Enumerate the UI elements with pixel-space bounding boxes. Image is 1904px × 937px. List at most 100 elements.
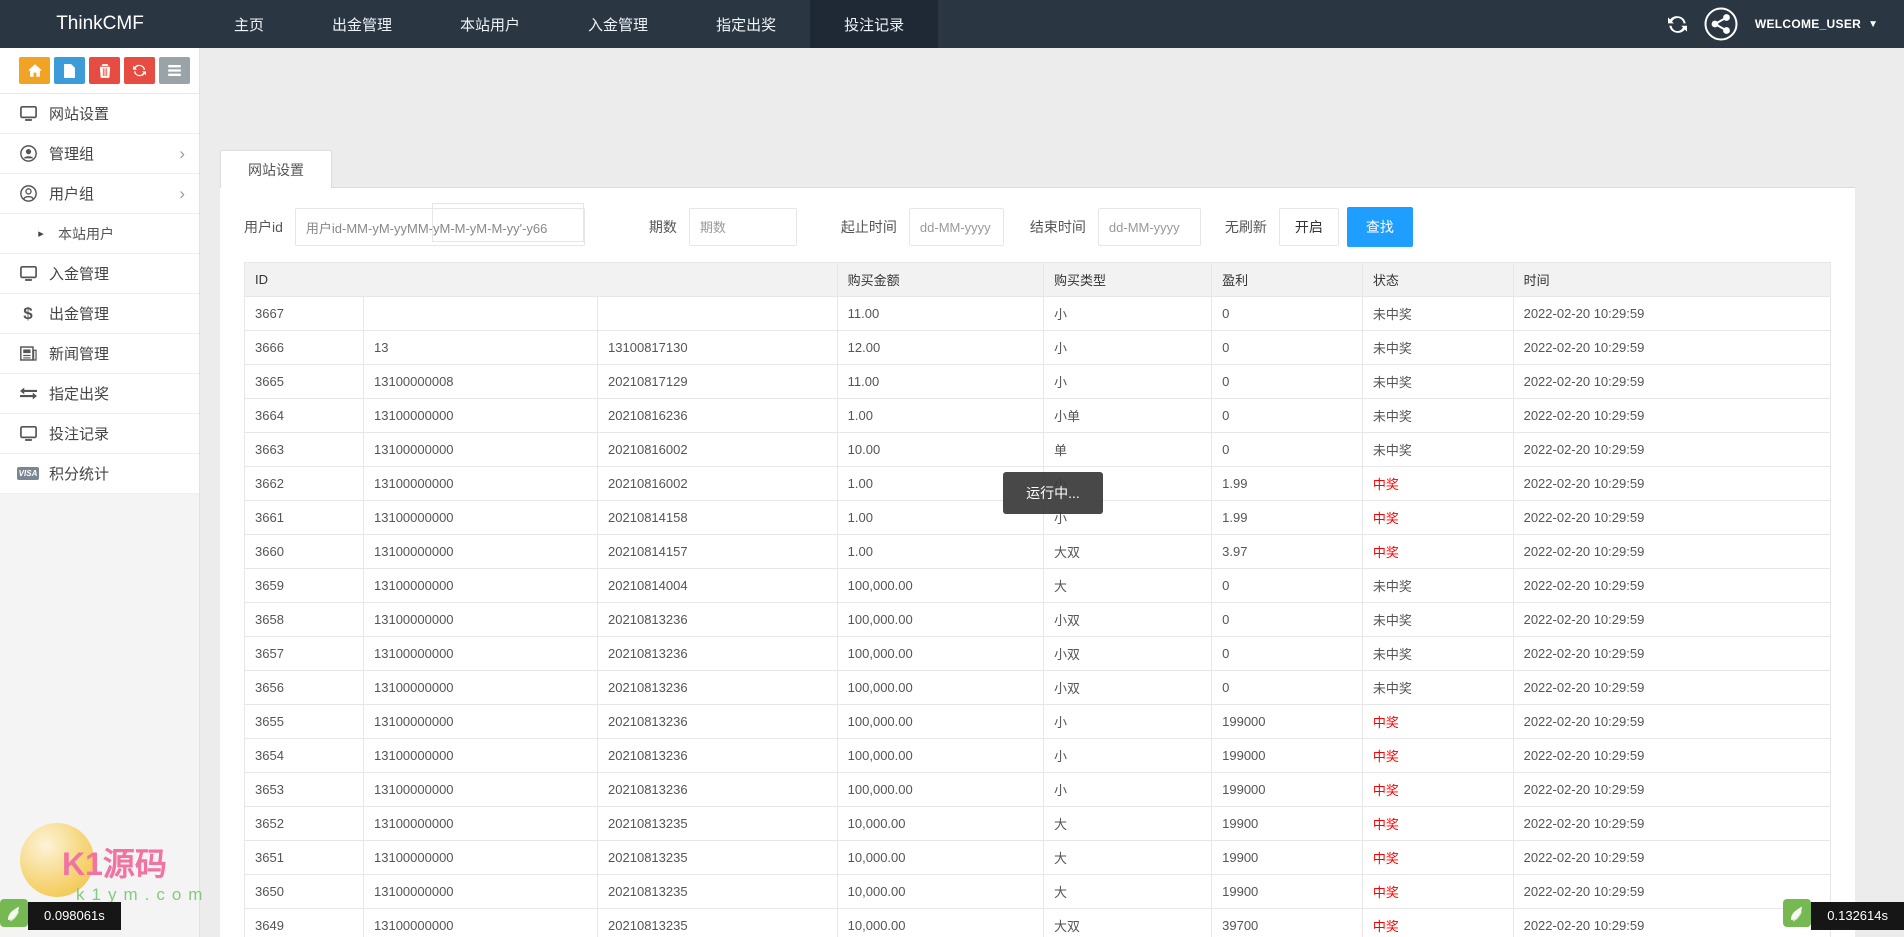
row-period: 20210813235	[598, 875, 838, 909]
end-date-input[interactable]	[1098, 208, 1201, 246]
news-icon	[18, 346, 38, 361]
table-row: 36581310000000020210813236100,000.00小双0未…	[245, 603, 1831, 637]
sidebar-toolbar	[0, 48, 199, 94]
sidebar-item-label: 本站用户	[58, 224, 114, 244]
row-time: 2022-02-20 10:29:59	[1513, 501, 1830, 535]
row-user-id: 13	[364, 331, 598, 365]
search-form: 用户id 期数 起止时间 结束时间 无刷新 开启	[244, 204, 1831, 250]
row-time: 2022-02-20 10:29:59	[1513, 705, 1830, 739]
home-button[interactable]	[19, 57, 50, 84]
row-profit: 19900	[1212, 875, 1363, 909]
nav-item[interactable]: 本站用户	[426, 0, 554, 48]
row-time: 2022-02-20 10:29:59	[1513, 603, 1830, 637]
sidebar-item[interactable]: 管理组 ›	[0, 134, 199, 174]
top-navbar: ThinkCMF 主页出金管理本站用户入金管理指定出奖投注记录 WELCOME_…	[0, 0, 1904, 48]
sidebar-item[interactable]: 网站设置	[0, 94, 199, 134]
row-status: 中奖	[1362, 467, 1513, 501]
row-time: 2022-02-20 10:29:59	[1513, 671, 1830, 705]
nav-item[interactable]: 投注记录	[810, 0, 938, 48]
row-time: 2022-02-20 10:29:59	[1513, 365, 1830, 399]
brand-logo[interactable]: ThinkCMF	[0, 0, 200, 48]
trash-button[interactable]	[89, 57, 120, 84]
row-amount: 10.00	[837, 433, 1043, 467]
row-user-id: 13100000000	[364, 569, 598, 603]
nav-item[interactable]: 主页	[200, 0, 298, 48]
row-status: 未中奖	[1362, 297, 1513, 331]
sidebar-item[interactable]: $出金管理	[0, 294, 199, 334]
refresh-icon[interactable]	[1668, 15, 1687, 34]
row-type: 大	[1043, 569, 1211, 603]
row-user-id: 13100000000	[364, 637, 598, 671]
row-type: 大	[1043, 841, 1211, 875]
exec-time-right-value: 0.132614s	[1811, 902, 1904, 930]
user-filled-icon	[18, 145, 38, 162]
navbar-right: WELCOME_USER ▼	[1668, 0, 1904, 48]
sidebar-item-label: 新闻管理	[49, 343, 109, 364]
row-user-id: 13100000000	[364, 705, 598, 739]
sidebar-item[interactable]: 用户组›	[0, 174, 199, 214]
arrows-icon	[18, 387, 38, 400]
sidebar-item[interactable]: 新闻管理	[0, 334, 199, 374]
sidebar-item[interactable]: VISA积分统计	[0, 454, 199, 494]
avatar[interactable]	[1704, 7, 1738, 41]
row-id: 3656	[245, 671, 364, 705]
sidebar-item-label: 入金管理	[49, 263, 109, 284]
nav-item[interactable]: 出金管理	[298, 0, 426, 48]
row-user-id: 13100000000	[364, 467, 598, 501]
row-id: 3651	[245, 841, 364, 875]
user-id-input[interactable]	[295, 208, 585, 246]
row-profit: 1.99	[1212, 501, 1363, 535]
row-id: 3660	[245, 535, 364, 569]
records-table: ID购买金额购买类型盈利状态时间 366711.00小0未中奖2022-02-2…	[244, 262, 1831, 937]
monitor-icon	[18, 106, 38, 122]
row-amount: 1.00	[837, 535, 1043, 569]
sidebar-item-label: 投注记录	[49, 423, 109, 444]
recycle-button[interactable]	[124, 57, 155, 84]
sidebar-item[interactable]: 指定出奖	[0, 374, 199, 414]
row-id: 3650	[245, 875, 364, 909]
row-status: 未中奖	[1362, 671, 1513, 705]
sidebar-item-label: 管理组	[49, 143, 94, 164]
row-status: 中奖	[1362, 535, 1513, 569]
sidebar-item-label: 网站设置	[49, 103, 109, 124]
period-input[interactable]	[689, 208, 797, 246]
row-user-id: 13100000000	[364, 671, 598, 705]
row-period: 20210813235	[598, 807, 838, 841]
table-row: 36561310000000020210813236100,000.00小双0未…	[245, 671, 1831, 705]
tab-site-settings[interactable]: 网站设置	[220, 150, 332, 188]
table-row: 3649131000000002021081323510,000.00大双397…	[245, 909, 1831, 937]
row-type: 小	[1043, 297, 1211, 331]
table-row: 36531310000000020210813236100,000.00小199…	[245, 773, 1831, 807]
caret-icon: ▸	[31, 227, 51, 240]
sidebar-item[interactable]: 入金管理	[0, 254, 199, 294]
sidebar-item[interactable]: 投注记录	[0, 414, 199, 454]
row-time: 2022-02-20 10:29:59	[1513, 637, 1830, 671]
start-date-input[interactable]	[909, 208, 1004, 246]
row-profit: 0	[1212, 603, 1363, 637]
chevron-right-icon: ›	[179, 145, 185, 162]
row-user-id: 13100000000	[364, 909, 598, 937]
row-type: 大	[1043, 875, 1211, 909]
row-profit: 0	[1212, 433, 1363, 467]
no-refresh-toggle[interactable]: 开启	[1279, 208, 1339, 246]
row-amount: 10,000.00	[837, 909, 1043, 937]
search-button[interactable]: 查找	[1347, 207, 1413, 247]
leaf-icon	[0, 899, 28, 932]
nav-item[interactable]: 入金管理	[554, 0, 682, 48]
row-user-id: 13100000008	[364, 365, 598, 399]
row-period: 20210817129	[598, 365, 838, 399]
row-period: 13100817130	[598, 331, 838, 365]
row-status: 中奖	[1362, 909, 1513, 937]
table-row: 3666131310081713012.00小0未中奖2022-02-20 10…	[245, 331, 1831, 365]
list-button[interactable]	[159, 57, 190, 84]
row-period: 20210813236	[598, 671, 838, 705]
sidebar-item[interactable]: ▸ 本站用户	[0, 214, 199, 254]
row-user-id: 13100000000	[364, 603, 598, 637]
table-header-row: ID购买金额购买类型盈利状态时间	[245, 263, 1831, 297]
file-button[interactable]	[54, 57, 85, 84]
chevron-down-icon[interactable]: ▼	[1868, 19, 1878, 30]
nav-item[interactable]: 指定出奖	[682, 0, 810, 48]
row-time: 2022-02-20 10:29:59	[1513, 535, 1830, 569]
username[interactable]: WELCOME_USER	[1755, 17, 1861, 31]
row-profit: 0	[1212, 637, 1363, 671]
